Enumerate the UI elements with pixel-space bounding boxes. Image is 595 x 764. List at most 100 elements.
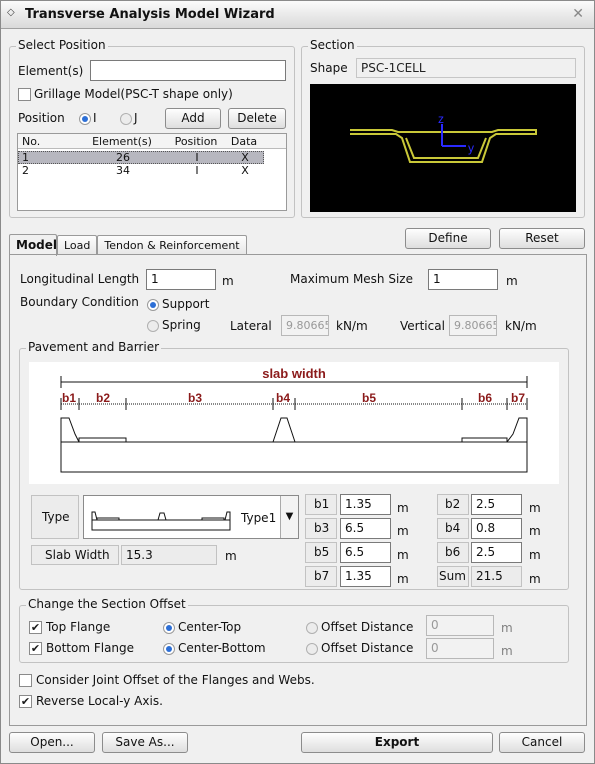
- center-bottom-label: Center-Bottom: [178, 641, 266, 655]
- position-i-radio[interactable]: [79, 113, 91, 125]
- close-icon[interactable]: ✕: [572, 6, 584, 22]
- b5-input[interactable]: 6.5: [340, 542, 391, 563]
- save-as-button[interactable]: Save As...: [102, 732, 188, 753]
- export-button[interactable]: Export: [301, 732, 493, 753]
- column-data[interactable]: Data: [226, 135, 262, 148]
- left-barrier: [60, 417, 80, 443]
- b6-input[interactable]: 2.5: [471, 542, 522, 563]
- lateral-label: Lateral: [230, 319, 272, 333]
- slab-width-label: Slab Width: [45, 548, 110, 562]
- grillage-checkbox[interactable]: [18, 88, 31, 101]
- column-position[interactable]: Position: [170, 135, 222, 148]
- row-element: 26: [116, 151, 130, 164]
- reset-button[interactable]: Reset: [499, 228, 585, 249]
- b4-unit: m: [529, 524, 541, 538]
- top-offset-unit: m: [501, 621, 513, 635]
- right-pavement: [461, 437, 508, 443]
- slab-width-field: 15.3: [121, 545, 217, 565]
- delete-button[interactable]: Delete: [228, 108, 286, 129]
- center-barrier: [272, 417, 296, 443]
- column-elements[interactable]: Element(s): [70, 135, 174, 148]
- center-bottom-radio[interactable]: [163, 643, 175, 655]
- mesh-size-unit: m: [506, 274, 518, 288]
- shape-field: PSC-1CELL: [356, 58, 576, 78]
- slab-outline: [60, 441, 528, 473]
- center-top-radio[interactable]: [163, 622, 175, 634]
- left-pavement: [78, 437, 127, 443]
- support-radio[interactable]: [147, 299, 159, 311]
- type-select[interactable]: Type1 ▼: [83, 495, 299, 539]
- b3-label: b3: [314, 521, 330, 535]
- joint-offset-checkbox[interactable]: [19, 674, 32, 687]
- bottom-flange-checkbox[interactable]: ✔: [29, 642, 42, 655]
- vertical-unit: kN/m: [505, 319, 537, 333]
- tab-tendon[interactable]: Tendon & Reinforcement: [97, 235, 247, 255]
- b2-label: b2: [445, 497, 461, 511]
- title-bar[interactable]: ◇ Transverse Analysis Model Wizard ✕: [1, 1, 594, 29]
- tab-model[interactable]: Model: [9, 234, 57, 256]
- elements-input[interactable]: [90, 60, 286, 81]
- table-row[interactable]: 1 26 I X: [18, 151, 264, 164]
- top-flange-label: Top Flange: [46, 620, 111, 634]
- position-label: Position: [18, 111, 65, 125]
- bottom-offset-input[interactable]: 0: [426, 638, 494, 659]
- longitudinal-length-input[interactable]: 1: [146, 269, 216, 290]
- dim-b1: b1: [62, 391, 76, 405]
- b1-label: b1: [314, 497, 330, 511]
- cancel-button[interactable]: Cancel: [499, 732, 585, 753]
- b3-input[interactable]: 6.5: [340, 518, 391, 539]
- dim-b5: b5: [362, 391, 376, 405]
- bottom-offset-distance-radio[interactable]: [306, 643, 318, 655]
- elements-label: Element(s): [18, 64, 84, 78]
- longitudinal-length-label: Longitudinal Length: [20, 272, 140, 286]
- b1-unit: m: [397, 501, 409, 515]
- dim-b2: b2: [96, 391, 110, 405]
- row-position: I: [195, 151, 199, 164]
- row-element: 34: [116, 164, 130, 177]
- b7-unit: m: [397, 572, 409, 586]
- type-value: Type1: [241, 511, 277, 525]
- top-offset-input[interactable]: 0: [426, 615, 494, 636]
- lateral-input[interactable]: 9.80665: [281, 315, 329, 336]
- dropdown-arrow-icon[interactable]: ▼: [280, 496, 298, 538]
- add-button[interactable]: Add: [165, 108, 221, 129]
- row-no: 1: [22, 151, 29, 164]
- tab-load[interactable]: Load: [57, 235, 97, 255]
- row-position: I: [195, 164, 199, 177]
- mesh-size-label: Maximum Mesh Size: [290, 272, 413, 286]
- bottom-offset-distance-label: Offset Distance: [321, 641, 414, 655]
- top-offset-distance-radio[interactable]: [306, 622, 318, 634]
- position-j-radio[interactable]: [120, 113, 132, 125]
- row-data: X: [241, 151, 249, 164]
- table-row[interactable]: 2 34 I X: [18, 165, 264, 178]
- grillage-label: Grillage Model(PSC-T shape only): [34, 87, 233, 101]
- b7-input[interactable]: 1.35: [340, 566, 391, 587]
- open-button[interactable]: Open...: [9, 732, 95, 753]
- type-label: Type: [42, 510, 70, 524]
- mesh-size-input[interactable]: 1: [428, 269, 498, 290]
- define-button[interactable]: Define: [405, 228, 491, 249]
- b7-label: b7: [314, 569, 330, 583]
- b4-input[interactable]: 0.8: [471, 518, 522, 539]
- vertical-label: Vertical: [400, 319, 445, 333]
- vertical-input[interactable]: 9.80665: [449, 315, 497, 336]
- dim-b3: b3: [188, 391, 202, 405]
- section-preview: z y: [310, 84, 576, 212]
- spring-radio[interactable]: [147, 320, 159, 332]
- top-flange-checkbox[interactable]: ✔: [29, 621, 42, 634]
- window-menu-icon[interactable]: ◇: [7, 7, 15, 18]
- center-top-label: Center-Top: [178, 620, 242, 634]
- bottom-flange-label: Bottom Flange: [46, 641, 135, 655]
- positions-table[interactable]: No. Element(s) Position Data 1 26 I X 2 …: [17, 133, 287, 211]
- b2-input[interactable]: 2.5: [471, 494, 522, 515]
- spring-label: Spring: [162, 318, 201, 332]
- reverse-axis-checkbox[interactable]: ✔: [19, 695, 32, 708]
- b1-input[interactable]: 1.35: [340, 494, 391, 515]
- b3-unit: m: [397, 524, 409, 538]
- column-no[interactable]: No.: [22, 135, 46, 148]
- axis-z-label: z: [438, 112, 444, 126]
- dim-b7: b7: [511, 391, 525, 405]
- section-shape-inner: [405, 137, 487, 159]
- right-barrier: [506, 417, 528, 443]
- top-offset-distance-label: Offset Distance: [321, 620, 414, 634]
